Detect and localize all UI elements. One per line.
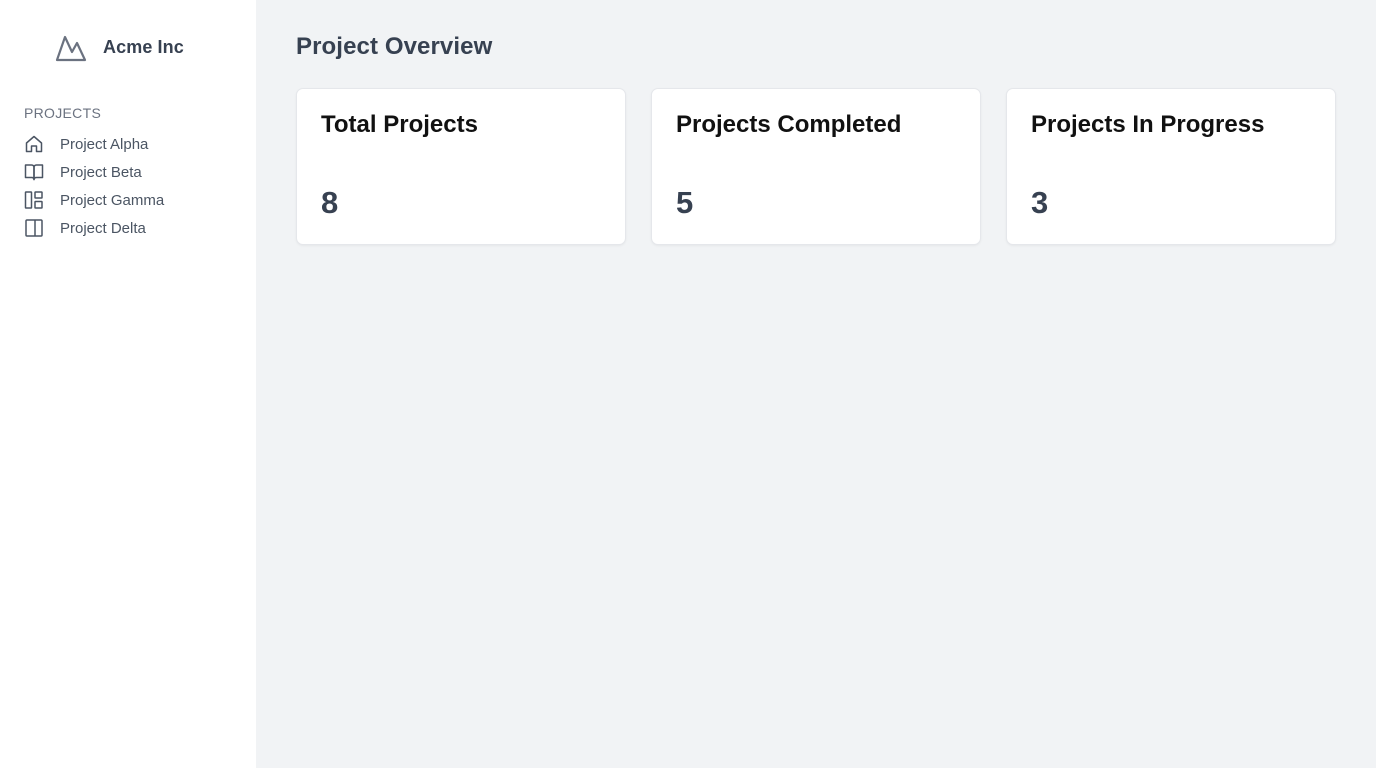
stat-card-projects-completed: Projects Completed 5 — [651, 88, 981, 245]
card-title: Projects Completed — [676, 111, 902, 138]
stat-card-projects-in-progress: Projects In Progress 3 — [1006, 88, 1336, 245]
panel-icon — [24, 218, 44, 238]
main-content: Project Overview Total Projects 8 Projec… — [256, 0, 1376, 768]
sidebar-item-label: Project Alpha — [60, 135, 149, 153]
card-title: Total Projects — [321, 111, 478, 138]
mountain-icon — [55, 32, 87, 62]
brand-name: Acme Inc — [103, 36, 184, 57]
project-nav: Project Alpha Project Beta Project Gamma… — [24, 130, 164, 242]
app-shell: Acme Inc PROJECTS Project Alpha Project … — [0, 0, 1376, 768]
card-title: Projects In Progress — [1031, 111, 1265, 138]
card-value: 3 — [1031, 185, 1049, 220]
sidebar-item-label: Project Delta — [60, 219, 146, 237]
nav-section-heading: PROJECTS — [24, 105, 102, 121]
brand[interactable]: Acme Inc — [55, 32, 184, 62]
stats-cards: Total Projects 8 Projects Completed 5 Pr… — [296, 88, 1336, 245]
sidebar-item-project-alpha[interactable]: Project Alpha — [24, 130, 164, 158]
sidebar-item-label: Project Gamma — [60, 191, 165, 209]
sidebar-item-project-gamma[interactable]: Project Gamma — [24, 186, 164, 214]
card-value: 5 — [676, 185, 694, 220]
book-open-icon — [24, 162, 44, 182]
sidebar: Acme Inc PROJECTS Project Alpha Project … — [0, 0, 256, 768]
sidebar-item-project-delta[interactable]: Project Delta — [24, 214, 164, 242]
card-value: 8 — [321, 185, 339, 220]
stat-card-total-projects: Total Projects 8 — [296, 88, 626, 245]
home-icon — [24, 134, 44, 154]
sidebar-item-project-beta[interactable]: Project Beta — [24, 158, 164, 186]
layout-icon — [24, 190, 44, 210]
page-title: Project Overview — [296, 33, 493, 60]
sidebar-item-label: Project Beta — [60, 163, 142, 181]
